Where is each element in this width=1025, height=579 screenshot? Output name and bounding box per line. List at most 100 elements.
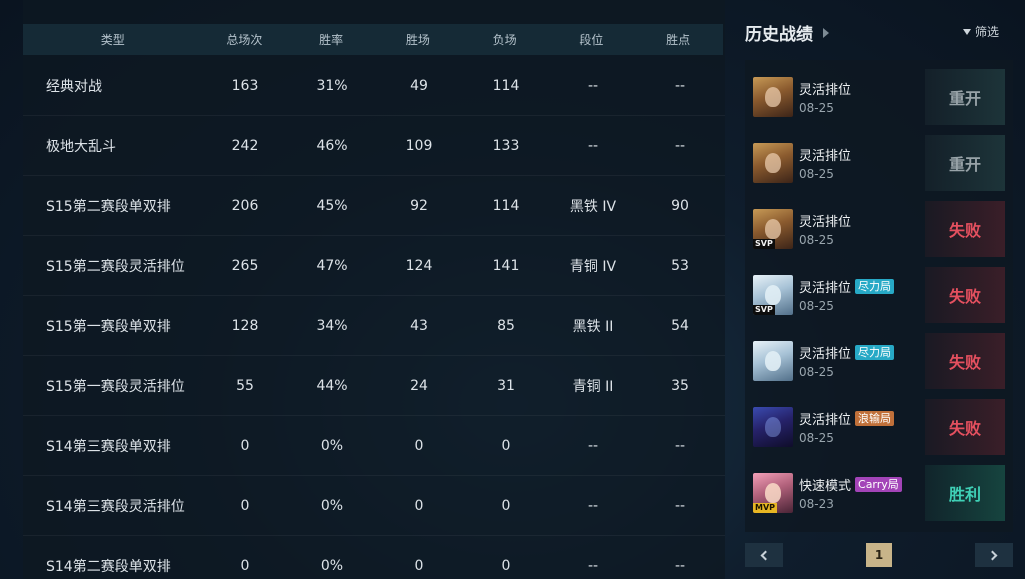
match-result: 失败	[925, 399, 1005, 455]
cell-lp: 35	[671, 377, 689, 394]
cell-lp: --	[674, 77, 686, 94]
cell-winrate: 0%	[320, 557, 344, 574]
table-row: S15第一赛段灵活排位 55 44% 24 31 青铜 II 35	[23, 356, 725, 416]
performance-badge: MVP	[753, 503, 778, 513]
cell-wins: 24	[410, 377, 428, 394]
header-wins: 胜场	[405, 33, 430, 47]
cell-rank: --	[587, 437, 599, 454]
table-row: 经典对战 163 31% 49 114 -- --	[23, 56, 725, 116]
performance-badge: SVP	[753, 305, 775, 315]
match-mode: 灵活排位	[799, 347, 852, 362]
match-item[interactable]: 灵活排位 08-25 重开	[753, 135, 1005, 191]
champion-face	[765, 87, 781, 107]
cell-winrate: 31%	[316, 77, 348, 94]
match-item[interactable]: 灵活排位 08-25 重开	[753, 69, 1005, 125]
cell-total: 242	[231, 137, 259, 154]
champion-portrait	[753, 407, 793, 447]
match-result: 重开	[925, 69, 1005, 125]
cell-total: 128	[231, 317, 259, 334]
cell-lp: --	[674, 137, 686, 154]
cell-type: 经典对战	[46, 78, 102, 95]
match-item[interactable]: SVP 灵活排位 尽力局 08-25 失败	[753, 267, 1005, 323]
cell-losses: 141	[492, 257, 520, 274]
match-result: 失败	[925, 267, 1005, 323]
cell-type: S15第一赛段单双排	[46, 318, 171, 335]
champion-portrait	[753, 77, 793, 117]
cell-rank: --	[587, 137, 599, 154]
cell-total: 206	[231, 197, 259, 214]
champion-portrait	[753, 341, 793, 381]
champion-face	[765, 417, 781, 437]
cell-wins: 109	[405, 137, 433, 154]
match-tag-label: 尽力局	[855, 279, 895, 294]
champion-avatar	[753, 407, 793, 447]
header-lp: 胜点	[666, 33, 691, 47]
chevron-left-icon	[760, 550, 771, 560]
stats-panel: 类型 总场次 胜率 胜场 负场 段位 胜点 经典对战 163 31% 49 114 -- -…	[23, 0, 725, 579]
champion-avatar: SVP	[753, 209, 793, 249]
chevron-right-icon	[987, 550, 998, 560]
next-page-button[interactable]	[975, 543, 1013, 567]
cell-type: S14第三赛段单双排	[46, 438, 171, 455]
champion-face	[765, 285, 781, 305]
champion-face	[765, 351, 781, 371]
champion-face	[765, 153, 781, 173]
stats-table-header: 类型 总场次 胜率 胜场 负场 段位 胜点	[23, 24, 723, 55]
chevron-right-icon	[823, 27, 829, 38]
match-mode: 灵活排位	[799, 413, 852, 428]
match-tag-label: Carry局	[855, 477, 902, 492]
cell-wins: 43	[410, 317, 428, 334]
cell-total: 0	[240, 497, 250, 514]
cell-losses: 114	[492, 197, 520, 214]
prev-page-button[interactable]	[745, 543, 783, 567]
history-title[interactable]: 历史战绩	[745, 20, 829, 45]
cell-rank: --	[587, 557, 599, 574]
match-result: 重开	[925, 135, 1005, 191]
page-number-current[interactable]: 1	[866, 543, 892, 567]
cell-rank: 青铜 IV	[569, 258, 617, 275]
cell-winrate: 46%	[316, 137, 348, 154]
cell-wins: 124	[405, 257, 433, 274]
match-tag-label: 浪输局	[855, 411, 895, 426]
cell-losses: 114	[492, 77, 520, 94]
cell-wins: 0	[414, 557, 424, 574]
match-mode: 灵活排位	[799, 215, 852, 230]
cell-losses: 133	[492, 137, 520, 154]
filter-button[interactable]: 筛选	[963, 23, 999, 40]
match-item[interactable]: 灵活排位 浪输局 08-25 失败	[753, 399, 1005, 455]
champion-avatar: SVP	[753, 275, 793, 315]
cell-winrate: 45%	[316, 197, 348, 214]
cell-winrate: 34%	[316, 317, 348, 334]
cell-rank: 青铜 II	[572, 378, 614, 395]
champion-face	[765, 483, 781, 503]
header-total: 总场次	[226, 33, 263, 47]
cell-total: 265	[231, 257, 259, 274]
cell-total: 55	[236, 377, 254, 394]
cell-type: S15第二赛段单双排	[46, 198, 171, 215]
performance-badge: SVP	[753, 239, 775, 249]
match-item[interactable]: SVP 灵活排位 08-25 失败	[753, 201, 1005, 257]
match-result: 胜利	[925, 465, 1005, 521]
match-history-list: 灵活排位 08-25 重开 灵活排位 08-25 重开 SVP 灵活排位 08-25 失败 SVP 灵…	[745, 60, 1013, 532]
cell-wins: 0	[414, 497, 424, 514]
cell-losses: 0	[501, 557, 511, 574]
cell-lp: 54	[671, 317, 689, 334]
match-item[interactable]: 灵活排位 尽力局 08-25 失败	[753, 333, 1005, 389]
cell-winrate: 44%	[316, 377, 348, 394]
table-row: S15第一赛段单双排 128 34% 43 85 黑铁 II 54	[23, 296, 725, 356]
cell-winrate: 0%	[320, 437, 344, 454]
match-result: 失败	[925, 333, 1005, 389]
match-result: 失败	[925, 201, 1005, 257]
cell-type: S14第三赛段灵活排位	[46, 498, 185, 515]
table-row: S14第三赛段单双排 0 0% 0 0 -- --	[23, 416, 725, 476]
cell-winrate: 0%	[320, 497, 344, 514]
champion-avatar	[753, 143, 793, 183]
cell-type: S14第二赛段单双排	[46, 558, 171, 575]
cell-losses: 0	[501, 437, 511, 454]
table-row: 极地大乱斗 242 46% 109 133 -- --	[23, 116, 725, 176]
match-item[interactable]: MVP 快速模式 Carry局 08-23 胜利	[753, 465, 1005, 521]
header-type: 类型	[100, 33, 125, 47]
history-title-text: 历史战绩	[745, 25, 813, 45]
table-row: S14第三赛段灵活排位 0 0% 0 0 -- --	[23, 476, 725, 536]
cell-lp: 90	[671, 197, 689, 214]
